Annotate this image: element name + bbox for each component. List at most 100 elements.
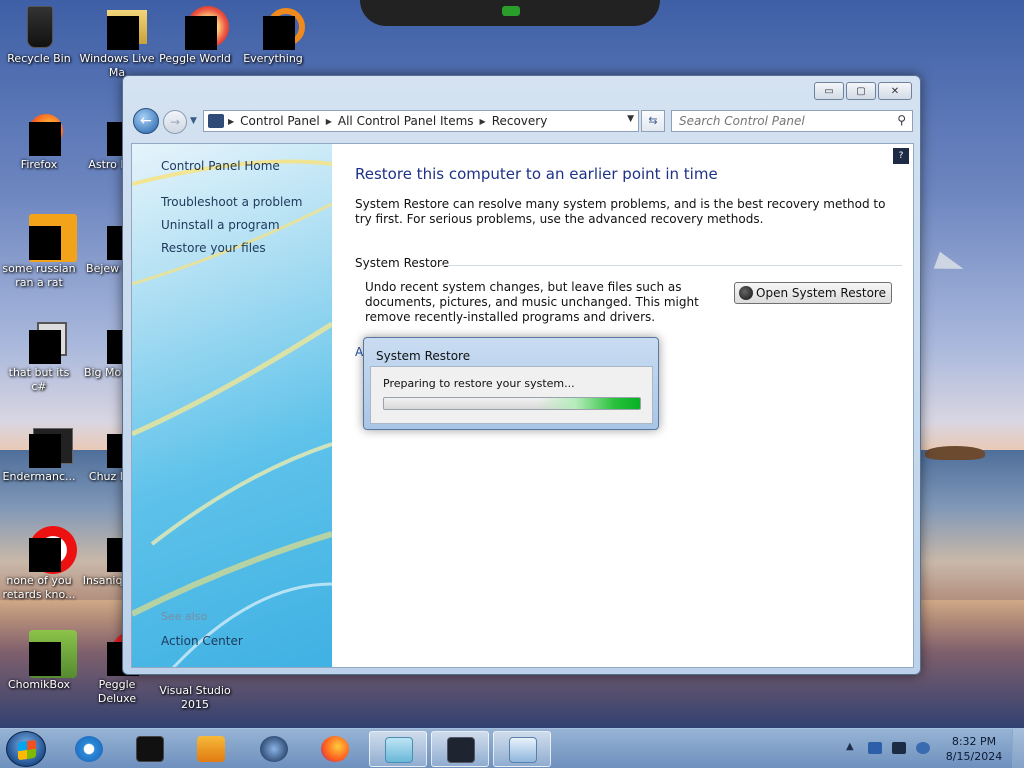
page-title: Restore this computer to an earlier poin…: [355, 165, 718, 183]
paper-plane-cursor-icon: [933, 251, 967, 279]
window-controls: ▭ ▢ ✕: [814, 82, 912, 100]
desktop-icon-visual-studio[interactable]: Visual Studio 2015: [156, 684, 234, 712]
control-panel-home-link[interactable]: Control Panel Home: [161, 159, 280, 173]
desktop-icon-everything[interactable]: Everything: [234, 4, 312, 66]
close-button[interactable]: ✕: [878, 82, 912, 100]
media-player-icon: [197, 736, 225, 762]
dialog-message: Preparing to restore your system...: [383, 377, 575, 390]
dialog-body: Preparing to restore your system...: [370, 366, 653, 424]
address-bar[interactable]: ▶ Control Panel ▶ All Control Panel Item…: [203, 110, 639, 132]
search-input[interactable]: [672, 111, 882, 131]
uninstall-program-link[interactable]: Uninstall a program: [161, 218, 280, 232]
search-box[interactable]: ⚲: [671, 110, 913, 132]
control-panel-icon: [509, 737, 537, 763]
action-center-link[interactable]: Action Center: [161, 634, 243, 648]
tray-app-icon[interactable]: [868, 742, 882, 754]
forward-button[interactable]: →: [163, 110, 187, 134]
restore-files-link[interactable]: Restore your files: [161, 241, 266, 255]
everything-icon: [249, 4, 305, 52]
desktop-icon-that-but-its-csharp[interactable]: that but its c#: [0, 318, 78, 394]
app-icon: [136, 736, 164, 762]
open-system-restore-label: Open System Restore: [756, 286, 886, 300]
desktop-top-gadget: [360, 0, 660, 26]
breadcrumb-recovery[interactable]: Recovery: [486, 114, 554, 128]
taskbar-app-globe[interactable]: [245, 731, 303, 767]
address-dropdown-icon[interactable]: ▼: [627, 114, 634, 124]
desktop-wallpaper-rock: [925, 446, 985, 460]
desktop-icon-label: Peggle World: [159, 52, 231, 65]
open-system-restore-button[interactable]: Open System Restore: [734, 282, 892, 304]
refresh-button[interactable]: ⇆: [641, 110, 665, 132]
desktop-icon-label: ChomikBox: [8, 678, 70, 691]
notepad-icon: [385, 737, 413, 763]
clock-date: 8/15/2024: [945, 750, 1003, 763]
desktop-icon-label: none of you retards kno...: [2, 574, 76, 601]
app-icon: [15, 422, 73, 470]
firefox-icon: [15, 110, 63, 158]
system-restore-description: Undo recent system changes, but leave fi…: [365, 280, 699, 324]
system-restore-dialog: System Restore Preparing to restore your…: [363, 337, 659, 430]
desktop-icon-label: Recycle Bin: [7, 52, 71, 65]
network-icon[interactable]: [892, 742, 906, 754]
desktop-icon-label: Everything: [243, 52, 303, 65]
desktop-icon-windows-live[interactable]: Windows Live Ma: [78, 4, 156, 80]
taskbar-internet-explorer[interactable]: [60, 731, 118, 767]
see-also-heading: See also: [161, 610, 208, 623]
desktop-icon-label: some russian ran a rat: [2, 262, 76, 289]
desktop-icon-some-russian[interactable]: some russian ran a rat: [0, 214, 78, 290]
desktop-icon-label: that but its c#: [8, 366, 70, 393]
help-icon[interactable]: ?: [893, 148, 909, 164]
clock-time: 8:32 PM: [951, 735, 997, 748]
refresh-icon: ⇆: [648, 114, 658, 127]
desktop-icon-label: Visual Studio 2015: [159, 684, 231, 711]
back-button[interactable]: ←: [133, 108, 159, 134]
progress-bar: [383, 397, 641, 410]
desktop-icon-label: Peggle Deluxe: [97, 678, 137, 705]
taskbar: ▲ 8:32 PM 8/15/2024: [0, 728, 1024, 768]
taskbar-media-player[interactable]: [182, 731, 240, 767]
dialog-title: System Restore: [376, 349, 471, 363]
monitor-icon: [447, 737, 475, 763]
taskbar-notepad[interactable]: [369, 731, 427, 767]
control-panel-icon: [208, 114, 224, 128]
desktop-icon-chomikbox[interactable]: ChomikBox: [0, 630, 78, 692]
taskbar-firefox[interactable]: [306, 731, 364, 767]
chomikbox-icon: [15, 630, 77, 678]
recent-pages-dropdown[interactable]: ▼: [190, 116, 197, 126]
desktop-icon-recycle-bin[interactable]: Recycle Bin: [0, 4, 78, 66]
system-clock[interactable]: 8:32 PM 8/15/2024: [936, 734, 1012, 764]
search-icon[interactable]: ⚲: [897, 113, 906, 127]
desktop-icon-endermanch[interactable]: Endermanc...: [0, 422, 78, 484]
taskbar-app-dark[interactable]: [121, 731, 179, 767]
windows-logo-icon: [18, 739, 36, 761]
windows-live-icon: [93, 4, 147, 52]
progress-fill: [384, 398, 640, 409]
volume-icon[interactable]: [916, 742, 930, 754]
show-hidden-icons-button[interactable]: ▲: [846, 741, 854, 752]
desktop-icon-peggle-world[interactable]: Peggle World: [156, 4, 234, 66]
section-divider: [440, 265, 902, 266]
taskbar-remote-desktop[interactable]: [431, 731, 489, 767]
breadcrumb-all-items[interactable]: All Control Panel Items: [332, 114, 480, 128]
maximize-button[interactable]: ▢: [846, 82, 876, 100]
back-arrow-icon: ←: [140, 113, 152, 129]
firefox-icon: [321, 736, 349, 762]
desktop-icon-label: Firefox: [20, 158, 58, 171]
desktop-icon-label: Endermanc...: [2, 470, 76, 483]
shortcut-icon: [15, 318, 67, 366]
troubleshoot-link[interactable]: Troubleshoot a problem: [161, 195, 302, 209]
show-desktop-button[interactable]: [1012, 729, 1024, 768]
taskbar-control-panel[interactable]: [493, 731, 551, 767]
desktop-icon-none-of-you[interactable]: none of you retards kno...: [0, 526, 78, 602]
internet-explorer-icon: [75, 736, 103, 762]
minimize-button[interactable]: ▭: [814, 82, 844, 100]
advanced-recovery-link[interactable]: A: [355, 345, 363, 359]
start-button[interactable]: [6, 731, 46, 767]
globe-icon: [260, 736, 288, 762]
breadcrumb-control-panel[interactable]: Control Panel: [234, 114, 326, 128]
system-restore-heading: System Restore: [355, 256, 450, 270]
peggle-icon: [171, 4, 229, 52]
app-icon: [15, 526, 77, 574]
desktop-icon-firefox[interactable]: Firefox: [0, 110, 78, 172]
app-icon: [15, 214, 77, 262]
